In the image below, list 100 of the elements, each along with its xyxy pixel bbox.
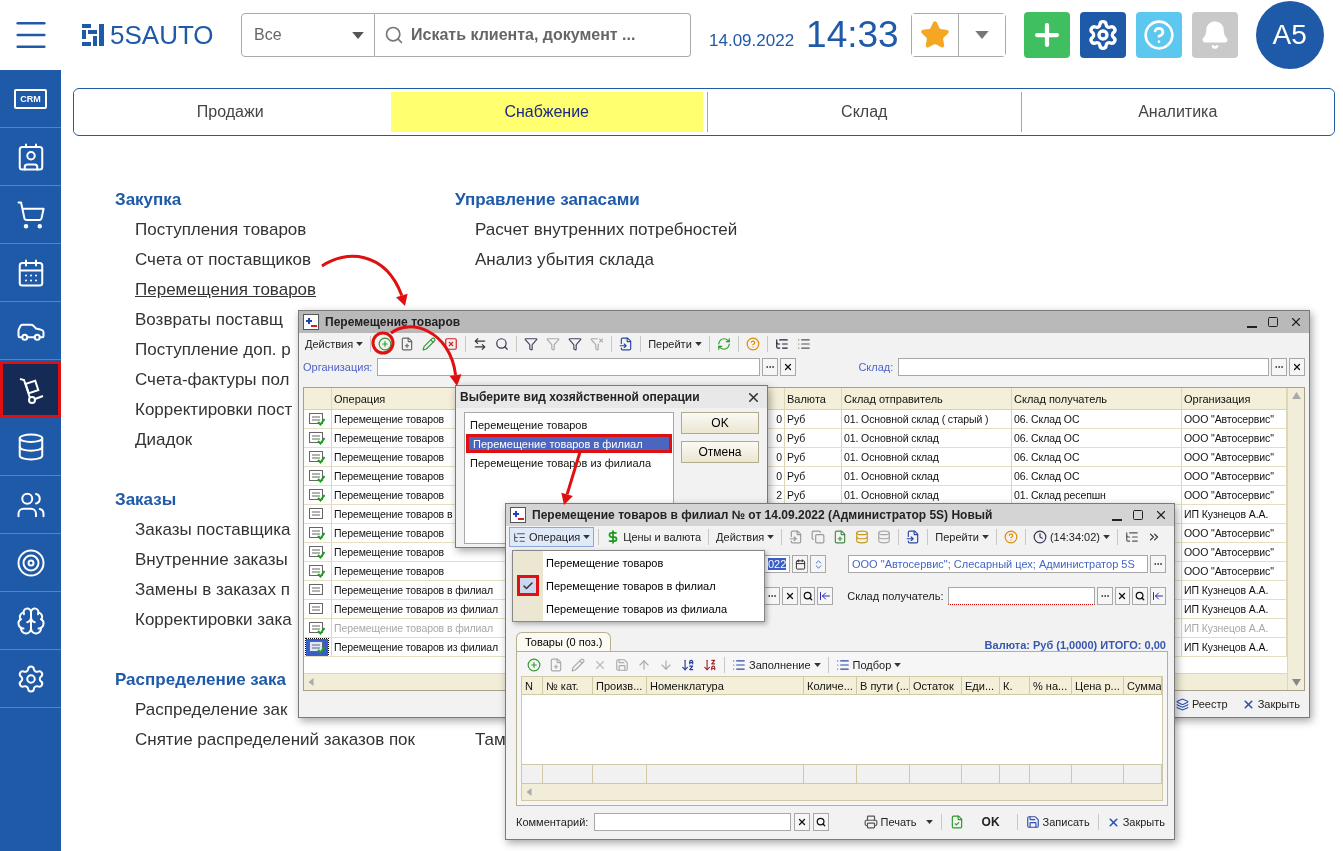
- choose-button[interactable]: [1271, 358, 1287, 376]
- column-header[interactable]: Номенклатура: [650, 679, 724, 692]
- column-header[interactable]: Еди...: [965, 679, 995, 692]
- clear-button[interactable]: [1114, 587, 1131, 605]
- sidebar-item[interactable]: [0, 361, 61, 418]
- menu-link[interactable]: Заказы поставщика: [135, 515, 291, 545]
- choose-button[interactable]: [762, 358, 779, 376]
- prices-button[interactable]: Цены и валюта: [603, 527, 705, 547]
- goto-menu[interactable]: Перейти: [645, 334, 705, 354]
- save-button[interactable]: Записать: [1022, 812, 1093, 832]
- warehouse-field[interactable]: [898, 358, 1269, 376]
- clear-button[interactable]: [781, 587, 798, 605]
- column-header[interactable]: Организация: [1184, 392, 1251, 405]
- operation-name: Перемещение товаров в филиал: [334, 584, 494, 596]
- menu-link[interactable]: Диадок: [135, 425, 193, 455]
- column-header[interactable]: Количе...: [807, 679, 853, 692]
- menu-link[interactable]: Счета от поставщиков: [135, 245, 312, 275]
- save-icon: [1025, 815, 1040, 829]
- menu-link[interactable]: Снятие распределений заказов пок: [135, 725, 415, 755]
- calendar-button[interactable]: [792, 555, 808, 573]
- organization-field[interactable]: ООО "Автосервис"; Слесарный цех; Администратор 5S: [848, 555, 1148, 573]
- operation-option[interactable]: Перемещение товаров в филиал: [466, 434, 672, 453]
- menu-link[interactable]: Анализ убытия склада: [475, 245, 654, 275]
- menu-link[interactable]: Поступление доп. р: [135, 335, 291, 365]
- menu-link[interactable]: Счета-фактуры пол: [135, 365, 290, 395]
- menu-link[interactable]: Там: [475, 725, 506, 755]
- close-window-button[interactable]: Закрыть: [1238, 694, 1303, 714]
- column-header[interactable]: Цена р...: [1075, 679, 1120, 692]
- maximize-button[interactable]: [1265, 316, 1281, 328]
- open-button[interactable]: [1150, 587, 1166, 605]
- column-header[interactable]: Склад получатель: [1014, 392, 1108, 405]
- choose-button[interactable]: [1096, 587, 1113, 605]
- close-window-button[interactable]: Закрыть: [1103, 812, 1168, 832]
- time-menu[interactable]: (14:34:02): [1029, 527, 1114, 547]
- scroll-down-icon[interactable]: [1291, 679, 1301, 686]
- section-tab[interactable]: Аналитика: [1020, 92, 1334, 132]
- menu-link[interactable]: Расчет внутренних потребностей: [475, 215, 738, 245]
- clear-button[interactable]: [794, 813, 811, 831]
- user-avatar[interactable]: A5: [1255, 1, 1324, 69]
- edit-row-icon: [571, 658, 585, 672]
- comment-field[interactable]: [594, 813, 792, 831]
- column-header[interactable]: Остаток: [913, 679, 954, 692]
- find-icon: [495, 337, 510, 351]
- operation-menu-item[interactable]: Перемещение товаров: [513, 551, 764, 574]
- clear-button[interactable]: [780, 358, 797, 376]
- actions-menu[interactable]: Действия: [302, 334, 367, 354]
- actions-menu[interactable]: Действия: [713, 527, 778, 547]
- operation-menu-item[interactable]: Перемещение товаров в филиал: [513, 574, 764, 597]
- horizontal-scrollbar[interactable]: [521, 784, 1163, 801]
- clear-icon: [783, 362, 794, 372]
- column-header[interactable]: Склад отправитель: [844, 392, 943, 405]
- column-header[interactable]: % на...: [1033, 679, 1068, 692]
- pick-menu[interactable]: Подбор: [832, 655, 905, 675]
- ok-button[interactable]: OK: [681, 412, 759, 434]
- search-field[interactable]: Искать клиента, документ ...: [375, 13, 691, 57]
- maximize-button[interactable]: [1130, 509, 1146, 521]
- vertical-scrollbar[interactable]: [1287, 388, 1304, 690]
- add-button[interactable]: [1023, 12, 1070, 58]
- clear-button[interactable]: [1289, 358, 1305, 376]
- menu-link[interactable]: Замены в заказах п: [135, 575, 290, 605]
- column-header[interactable]: Валюта: [787, 392, 826, 405]
- column-header[interactable]: Произв...: [596, 679, 643, 692]
- menu-link[interactable]: Возвраты поставщ: [135, 305, 283, 335]
- column-header[interactable]: Операция: [334, 392, 386, 405]
- menu-link[interactable]: Распределение зак: [135, 695, 288, 725]
- choose-button[interactable]: [1150, 555, 1166, 573]
- operation-menu-item[interactable]: Перемещение товаров из филиала: [513, 597, 764, 620]
- column-header[interactable]: N: [525, 679, 533, 692]
- registry-button[interactable]: Реестр: [1172, 694, 1231, 714]
- cancel-button[interactable]: Отмена: [681, 441, 759, 463]
- search-button[interactable]: [1132, 587, 1149, 605]
- scope-select[interactable]: Все: [241, 13, 375, 57]
- print-button[interactable]: Печать: [860, 812, 920, 832]
- operation-menu-button[interactable]: Операция: [509, 527, 595, 547]
- search-button[interactable]: [799, 587, 816, 605]
- operation-name: Перемещение товаров: [334, 451, 445, 463]
- menu-link[interactable]: Внутренние заказы: [135, 545, 288, 575]
- goto-menu[interactable]: Перейти: [932, 527, 992, 547]
- organization-name: ИП Кузнецов А.А.: [1184, 603, 1269, 615]
- column-header[interactable]: В пути (...: [860, 679, 909, 692]
- date-field[interactable]: 022: [764, 555, 790, 573]
- organization-field[interactable]: [377, 358, 761, 376]
- goods-tab[interactable]: Товары (0 поз.): [516, 632, 612, 651]
- column-header[interactable]: К.: [1003, 679, 1013, 692]
- organization-name: ООО "Автосервис": [1184, 546, 1274, 558]
- column-header[interactable]: № кат.: [546, 679, 579, 692]
- settings-button[interactable]: [1079, 12, 1126, 58]
- open-button[interactable]: [817, 587, 834, 605]
- fill-menu[interactable]: Заполнение: [729, 655, 824, 675]
- favorites-dropdown[interactable]: [957, 14, 1005, 56]
- ok-button[interactable]: OK: [969, 812, 1012, 832]
- menu-link[interactable]: Корректировки зака: [135, 605, 292, 635]
- menu-link[interactable]: Перемещения товаров: [135, 275, 317, 305]
- search-button[interactable]: [813, 813, 830, 831]
- column-header[interactable]: Сумма: [1127, 679, 1161, 692]
- receiver-field[interactable]: [948, 587, 1095, 605]
- section-tab[interactable]: Снабжение: [390, 92, 703, 132]
- menu-link[interactable]: Корректировки пост: [135, 395, 293, 425]
- menu-link[interactable]: Поступления товаров: [135, 215, 307, 245]
- currency: Руб: [787, 451, 806, 463]
